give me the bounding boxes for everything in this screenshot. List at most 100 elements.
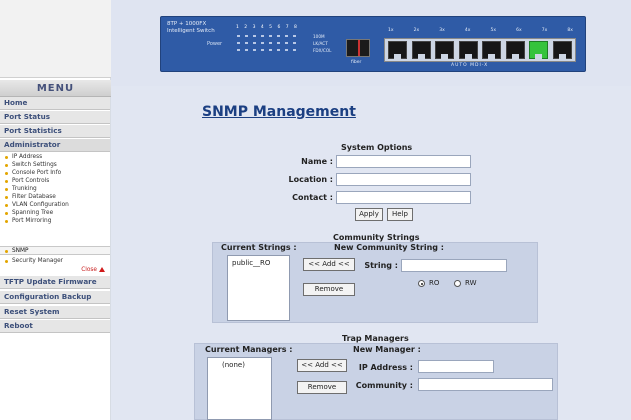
led-icon xyxy=(245,49,248,51)
bullet-icon xyxy=(5,250,8,253)
bullet-icon xyxy=(5,204,8,207)
page-title: SNMP Management xyxy=(202,104,356,120)
add-manager-button[interactable]: << Add << xyxy=(297,359,347,372)
sidebar-subitem-port-mirroring[interactable]: Port Mirroring xyxy=(0,217,110,225)
help-button[interactable]: Help xyxy=(387,208,413,221)
name-input[interactable] xyxy=(336,155,471,168)
subitem-label: VLAN Configuration xyxy=(12,202,69,208)
remove-community-button[interactable]: Remove xyxy=(303,283,355,296)
ip-address-label: IP Address : xyxy=(358,363,413,372)
sidebar-item-port-status[interactable]: Port Status xyxy=(0,111,110,124)
port-number: 7x xyxy=(541,28,548,33)
led-icon xyxy=(253,42,256,44)
location-input[interactable] xyxy=(336,173,471,186)
device-model: 8TP + 1000FX xyxy=(167,21,207,27)
bullet-icon xyxy=(5,180,8,183)
led-icon xyxy=(293,42,296,44)
led-icon xyxy=(285,49,288,51)
ethernet-port-1[interactable] xyxy=(388,41,407,59)
ethernet-port-7[interactable] xyxy=(529,41,549,59)
led-numbers: 1 2 3 4 5 6 7 8 xyxy=(236,25,299,30)
sidebar-item-reset-system[interactable]: Reset System xyxy=(0,306,110,319)
port-number: 8x xyxy=(567,28,573,33)
new-community-string-label: New Community String : xyxy=(334,243,444,252)
led-row-lkact xyxy=(237,42,301,46)
bullet-icon xyxy=(5,212,8,215)
port-number: 6x xyxy=(516,28,522,33)
subitem-label: Port Mirroring xyxy=(12,218,52,224)
list-item[interactable]: (none) xyxy=(212,361,267,369)
close-link[interactable]: Close xyxy=(60,266,105,274)
led-icon xyxy=(253,35,256,37)
sidebar-item-port-statistics[interactable]: Port Statistics xyxy=(0,125,110,138)
rw-label: RW xyxy=(465,279,477,287)
sidebar-item-configuration-backup[interactable]: Configuration Backup xyxy=(0,291,110,304)
sidebar-subitem-ip-address[interactable]: IP Address xyxy=(0,153,110,161)
close-label: Close xyxy=(81,267,97,273)
led-label-fdxcol: FDX/COL xyxy=(313,48,332,53)
ethernet-port-2[interactable] xyxy=(411,41,431,59)
ro-label: RO xyxy=(429,279,440,287)
sidebar-item-reboot[interactable]: Reboot xyxy=(0,320,110,333)
led-icon xyxy=(277,49,280,51)
fiber-divider xyxy=(358,40,360,56)
subitem-label: Spanning Tree xyxy=(12,210,54,216)
sidebar-item-administrator[interactable]: Administrator xyxy=(0,139,110,152)
led-icon xyxy=(261,49,264,51)
led-icon xyxy=(277,35,280,37)
bullet-icon xyxy=(5,188,8,191)
sidebar-subitem-port-controls[interactable]: Port Controls xyxy=(0,177,110,185)
community-string-input[interactable] xyxy=(401,259,507,272)
apply-button[interactable]: Apply xyxy=(355,208,383,221)
port-number: 2x xyxy=(413,28,420,33)
led-icon xyxy=(269,35,272,37)
trap-managers-title: Trap Managers xyxy=(342,334,409,343)
ethernet-port-8[interactable] xyxy=(552,41,572,59)
led-icon xyxy=(293,35,296,37)
sidebar-item-tftp-update-firmware[interactable]: TFTP Update Firmware xyxy=(0,276,110,289)
bullet-icon xyxy=(5,260,8,263)
subitem-label: SNMP xyxy=(12,248,29,254)
sidebar-subitem-switch-settings[interactable]: Switch Settings xyxy=(0,161,110,169)
fiber-port xyxy=(346,39,370,57)
led-icon xyxy=(237,35,240,37)
ethernet-port-5[interactable] xyxy=(482,41,502,59)
ro-radio[interactable] xyxy=(418,280,425,287)
device-type: Intelligent Switch xyxy=(167,28,215,34)
sidebar-subitem-security-manager[interactable]: Security Manager xyxy=(0,257,110,265)
string-label: String : xyxy=(364,261,398,270)
sidebar-subitem-filter-database[interactable]: Filter Database xyxy=(0,193,110,201)
led-icon xyxy=(277,42,280,44)
add-community-button[interactable]: << Add << xyxy=(303,258,355,271)
sidebar-subitem-vlan-configuration[interactable]: VLAN Configuration xyxy=(0,201,110,209)
community-input[interactable] xyxy=(418,378,553,391)
contact-label: Contact : xyxy=(292,193,333,202)
led-label-lkact: LK/ACT xyxy=(313,41,328,46)
auto-mdi-label: AUTO MDI-X xyxy=(451,63,489,68)
menu-title: MENU xyxy=(0,80,111,97)
remove-manager-button[interactable]: Remove xyxy=(297,381,347,394)
current-managers-list[interactable]: (none) xyxy=(207,357,272,420)
sidebar-item-home[interactable]: Home xyxy=(0,97,110,110)
contact-input[interactable] xyxy=(336,191,471,204)
bullet-icon xyxy=(5,156,8,159)
sidebar-subitem-trunking[interactable]: Trunking xyxy=(0,185,110,193)
ip-address-input[interactable] xyxy=(418,360,494,373)
switch-front-panel: 8TP + 1000FX Intelligent Switch Power 1 … xyxy=(160,16,586,72)
ethernet-port-6[interactable] xyxy=(505,41,525,59)
list-item[interactable]: public__RO xyxy=(232,259,285,267)
sidebar-subitem-snmp[interactable]: SNMP xyxy=(0,246,110,255)
fiber-label: fiber xyxy=(351,60,362,65)
current-strings-list[interactable]: public__RO xyxy=(227,255,290,321)
sidebar-subitem-console-port-info[interactable]: Console Port Info xyxy=(0,169,110,177)
subitem-label: Console Port Info xyxy=(12,170,62,176)
port-number: 4x xyxy=(464,28,471,33)
ethernet-port-4[interactable] xyxy=(458,41,478,59)
led-icon xyxy=(237,49,240,51)
sidebar: MENU Home Port Status Port Statistics Ad… xyxy=(0,0,111,420)
rw-radio[interactable] xyxy=(454,280,461,287)
subitem-label: Security Manager xyxy=(12,258,64,264)
sidebar-subitem-spanning-tree[interactable]: Spanning Tree xyxy=(0,209,110,217)
location-label: Location : xyxy=(288,175,333,184)
ethernet-port-3[interactable] xyxy=(435,41,455,59)
